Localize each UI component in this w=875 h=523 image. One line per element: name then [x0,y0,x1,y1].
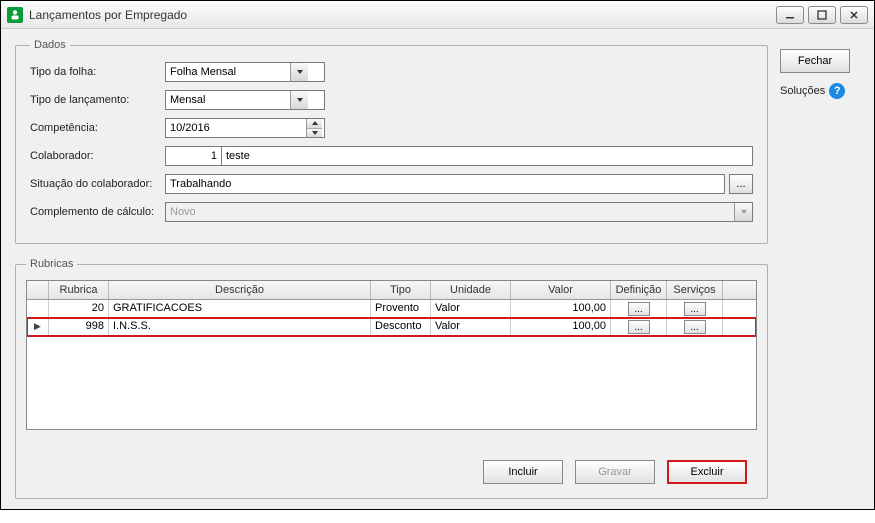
fechar-button[interactable]: Fechar [780,49,850,73]
cell-servicos: ... [667,300,723,318]
cell-tipo: Desconto [371,318,431,336]
chevron-down-icon[interactable] [290,91,308,109]
col-valor: Valor [511,281,611,299]
colaborador-label: Colaborador: [30,150,165,162]
window-title: Lançamentos por Empregado [29,8,776,22]
col-rubrica: Rubrica [49,281,109,299]
table-row[interactable]: 20GRATIFICACOESProventoValor100,00...... [27,300,756,318]
cell-definicao: ... [611,318,667,336]
tipo-lancamento-value[interactable] [166,91,290,109]
cell-unidade: Valor [431,300,511,318]
cell-descricao: GRATIFICACOES [109,300,371,318]
rubricas-legend: Rubricas [26,258,77,270]
col-definicao: Definição [611,281,667,299]
competencia-value[interactable] [166,119,306,137]
col-descricao: Descrição [109,281,371,299]
rubricas-buttons: Incluir Gravar Excluir [26,460,757,484]
chevron-down-icon [734,203,752,221]
tipo-folha-label: Tipo da folha: [30,66,165,78]
tipo-folha-select[interactable] [165,62,325,82]
gravar-button: Gravar [575,460,655,484]
col-servicos: Serviços [667,281,723,299]
col-unidade: Unidade [431,281,511,299]
window-controls [776,6,868,24]
cell-definicao: ... [611,300,667,318]
titlebar: Lançamentos por Empregado [1,1,874,29]
cell-descricao: I.N.S.S. [109,318,371,336]
tipo-folha-value[interactable] [166,63,290,81]
rubricas-grid[interactable]: Rubrica Descrição Tipo Unidade Valor Def… [26,280,757,430]
spin-down-icon[interactable] [307,128,322,138]
solucoes-label: Soluções [780,85,825,97]
servicos-button[interactable]: ... [684,302,706,316]
tipo-lancamento-label: Tipo de lançamento: [30,94,165,106]
spin-up-icon[interactable] [307,119,322,128]
row-indicator: ▶ [27,318,49,336]
complemento-value [166,203,734,221]
situacao-label: Situação do colaborador: [30,178,165,190]
incluir-button[interactable]: Incluir [483,460,563,484]
colaborador-id-input[interactable] [165,146,221,166]
window: Lançamentos por Empregado Dados Tipo da … [0,0,875,510]
competencia-label: Competência: [30,122,165,134]
col-tipo: Tipo [371,281,431,299]
dados-group: Dados Tipo da folha: Tipo de lançamento: [15,39,768,244]
minimize-button[interactable] [776,6,804,24]
complemento-select [165,202,753,222]
rubricas-group: Rubricas Rubrica Descrição Tipo Unidade … [15,258,768,499]
cell-rubrica: 20 [49,300,109,318]
table-row[interactable]: ▶998I.N.S.S.DescontoValor100,00...... [27,318,756,336]
situacao-lookup-button[interactable]: ... [729,174,753,194]
cell-rubrica: 998 [49,318,109,336]
chevron-down-icon[interactable] [290,63,308,81]
help-icon: ? [829,83,845,99]
tipo-lancamento-select[interactable] [165,90,325,110]
grid-header: Rubrica Descrição Tipo Unidade Valor Def… [27,281,756,300]
close-button[interactable] [840,6,868,24]
cell-valor: 100,00 [511,318,611,336]
competencia-spinner[interactable] [165,118,325,138]
definicao-button[interactable]: ... [628,320,650,334]
colaborador-nome-input[interactable] [221,146,753,166]
cell-tipo: Provento [371,300,431,318]
servicos-button[interactable]: ... [684,320,706,334]
cell-valor: 100,00 [511,300,611,318]
definicao-button[interactable]: ... [628,302,650,316]
maximize-button[interactable] [808,6,836,24]
excluir-button[interactable]: Excluir [667,460,747,484]
solucoes-link[interactable]: Soluções ? [780,83,845,99]
situacao-input[interactable] [165,174,725,194]
app-icon [7,7,23,23]
grid-corner [27,281,49,299]
complemento-label: Complemento de cálculo: [30,206,165,218]
cell-servicos: ... [667,318,723,336]
cell-unidade: Valor [431,318,511,336]
row-indicator [27,300,49,318]
dados-legend: Dados [30,39,70,51]
